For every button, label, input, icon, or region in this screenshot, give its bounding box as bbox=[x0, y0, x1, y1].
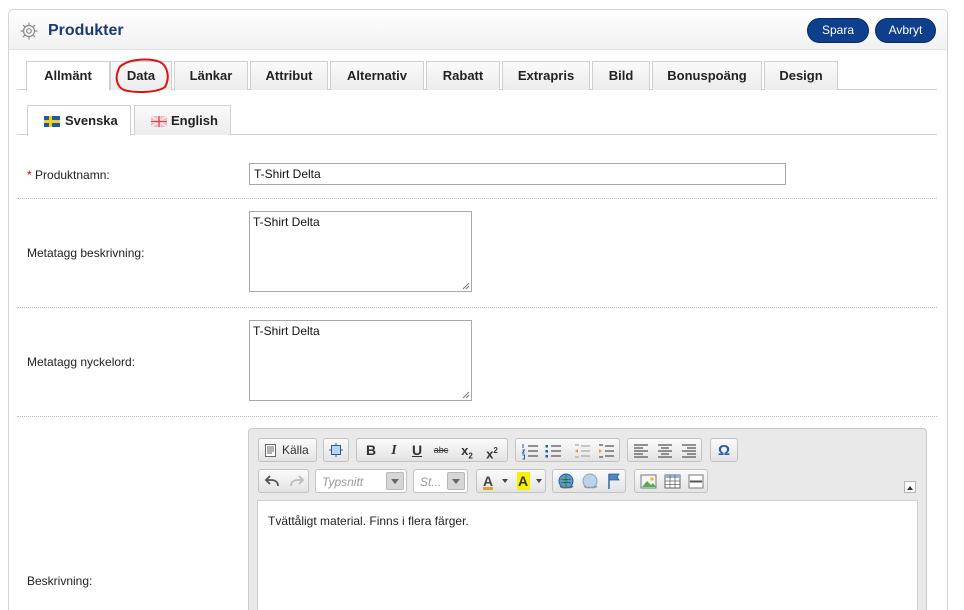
tab-design[interactable]: Design bbox=[764, 61, 838, 90]
indent-icon[interactable] bbox=[596, 440, 616, 461]
anchor-flag-icon[interactable] bbox=[604, 471, 624, 492]
panel-header: Produkter Spara Avbryt bbox=[9, 10, 947, 50]
page-title: Produkter bbox=[48, 22, 124, 39]
tab-english[interactable]: English bbox=[134, 105, 231, 135]
collapse-toolbar-button[interactable] bbox=[904, 481, 916, 493]
flag-uk-icon bbox=[151, 116, 167, 127]
redo-icon[interactable] bbox=[286, 471, 307, 492]
bold-button[interactable]: B bbox=[360, 440, 382, 461]
cancel-button[interactable]: Avbryt bbox=[875, 18, 936, 43]
color-group: A A bbox=[476, 469, 546, 493]
numbered-list-icon[interactable] bbox=[520, 440, 540, 461]
product-name-label: Produktnamn: bbox=[35, 168, 110, 182]
color-swatch bbox=[483, 487, 493, 490]
row-divider bbox=[17, 198, 937, 199]
underline-button[interactable]: U bbox=[406, 440, 428, 461]
language-tab-bar: Svenska English bbox=[17, 105, 937, 136]
meta-description-textarea[interactable]: T-Shirt Delta bbox=[249, 211, 472, 292]
chevron-down-icon bbox=[536, 479, 542, 483]
font-family-select[interactable]: Typsnitt bbox=[315, 469, 407, 493]
horizontal-rule-icon[interactable] bbox=[686, 471, 706, 492]
meta-keywords-textarea[interactable]: T-Shirt Delta bbox=[249, 320, 472, 401]
chevron-down-icon bbox=[502, 479, 508, 483]
undo-redo-group bbox=[258, 469, 309, 493]
align-group bbox=[627, 438, 702, 462]
meta-description-value: T-Shirt Delta bbox=[253, 215, 320, 229]
basic-styles-group: B I U abc x2 x2 bbox=[356, 438, 508, 462]
italic-button[interactable]: I bbox=[383, 440, 405, 461]
save-button[interactable]: Spara bbox=[807, 18, 869, 43]
product-name-label-row: * Produktnamn: bbox=[27, 168, 110, 182]
main-tab-bar: Allmänt Data Länkar Attribut Alternativ … bbox=[17, 61, 937, 91]
table-icon[interactable] bbox=[662, 471, 683, 492]
background-color-button[interactable]: A bbox=[514, 471, 544, 492]
source-button[interactable]: Källa bbox=[262, 440, 316, 461]
font-family-placeholder: Typsnitt bbox=[322, 475, 364, 489]
subscript-button[interactable]: x2 bbox=[455, 440, 479, 461]
source-label: Källa bbox=[282, 443, 309, 457]
chevron-up-icon bbox=[907, 486, 913, 490]
tab-alternativ[interactable]: Alternativ bbox=[330, 61, 424, 90]
tab-bonuspoang[interactable]: Bonuspoäng bbox=[652, 61, 762, 90]
insert-group bbox=[634, 469, 708, 493]
tab-allmant[interactable]: Allmänt bbox=[26, 61, 110, 91]
unlink-icon[interactable] bbox=[580, 471, 601, 492]
chevron-down-icon bbox=[447, 472, 465, 490]
flag-sweden-icon bbox=[44, 116, 60, 127]
tab-extrapris[interactable]: Extrapris bbox=[502, 61, 590, 90]
source-group: Källa bbox=[258, 438, 317, 462]
required-marker: * bbox=[27, 168, 32, 182]
rich-text-editor: Källa B I U abc x2 x2 Ω Typsnitt St... A… bbox=[248, 428, 927, 610]
text-color-button[interactable]: A bbox=[480, 471, 510, 492]
resize-handle-icon[interactable] bbox=[462, 282, 470, 290]
maximize-icon bbox=[329, 443, 343, 457]
font-size-placeholder: St... bbox=[420, 475, 442, 489]
tab-lankar[interactable]: Länkar bbox=[174, 61, 248, 90]
tab-bild[interactable]: Bild bbox=[592, 61, 650, 90]
background-color-glyph: A bbox=[518, 473, 529, 489]
chevron-down-icon bbox=[386, 472, 404, 490]
meta-keywords-label: Metatagg nyckelord: bbox=[27, 355, 136, 369]
meta-description-label: Metatagg beskrivning: bbox=[27, 246, 145, 260]
link-icon[interactable] bbox=[556, 471, 577, 492]
tab-english-label: English bbox=[171, 113, 218, 128]
bulleted-list-icon[interactable] bbox=[543, 440, 563, 461]
editor-content-area[interactable]: Tvättåligt material. Finns i flera färge… bbox=[257, 500, 918, 610]
tab-attribut[interactable]: Attribut bbox=[250, 61, 328, 90]
row-divider bbox=[17, 416, 937, 417]
strikethrough-button[interactable]: abc bbox=[429, 440, 453, 461]
product-name-input[interactable]: T-Shirt Delta bbox=[249, 163, 786, 185]
align-left-icon[interactable] bbox=[631, 440, 651, 461]
tab-svenska-label: Svenska bbox=[65, 113, 118, 128]
subscript-digit: 2 bbox=[468, 451, 473, 461]
font-size-select[interactable]: St... bbox=[413, 469, 468, 493]
description-label: Beskrivning: bbox=[27, 574, 93, 588]
meta-keywords-value: T-Shirt Delta bbox=[253, 324, 320, 338]
outdent-icon[interactable] bbox=[572, 440, 592, 461]
link-group bbox=[552, 469, 626, 493]
image-icon[interactable] bbox=[638, 471, 659, 492]
gear-icon bbox=[20, 22, 38, 40]
tab-data[interactable]: Data bbox=[110, 61, 172, 90]
document-icon bbox=[265, 444, 276, 457]
special-character-button[interactable]: Ω bbox=[713, 440, 735, 461]
list-indent-group bbox=[515, 438, 620, 462]
undo-icon[interactable] bbox=[262, 471, 283, 492]
tab-svenska[interactable]: Svenska bbox=[27, 105, 131, 136]
description-text: Tvättåligt material. Finns i flera färge… bbox=[268, 514, 469, 528]
superscript-digit: 2 bbox=[493, 446, 498, 455]
row-divider bbox=[17, 307, 937, 308]
resize-handle-icon[interactable] bbox=[462, 391, 470, 399]
special-char-group: Ω bbox=[710, 438, 738, 462]
maximize-button[interactable] bbox=[325, 440, 347, 461]
superscript-button[interactable]: x2 bbox=[480, 440, 504, 461]
maximize-group bbox=[323, 438, 349, 462]
tab-rabatt[interactable]: Rabatt bbox=[426, 61, 500, 90]
align-right-icon[interactable] bbox=[679, 440, 699, 461]
align-center-icon[interactable] bbox=[655, 440, 675, 461]
